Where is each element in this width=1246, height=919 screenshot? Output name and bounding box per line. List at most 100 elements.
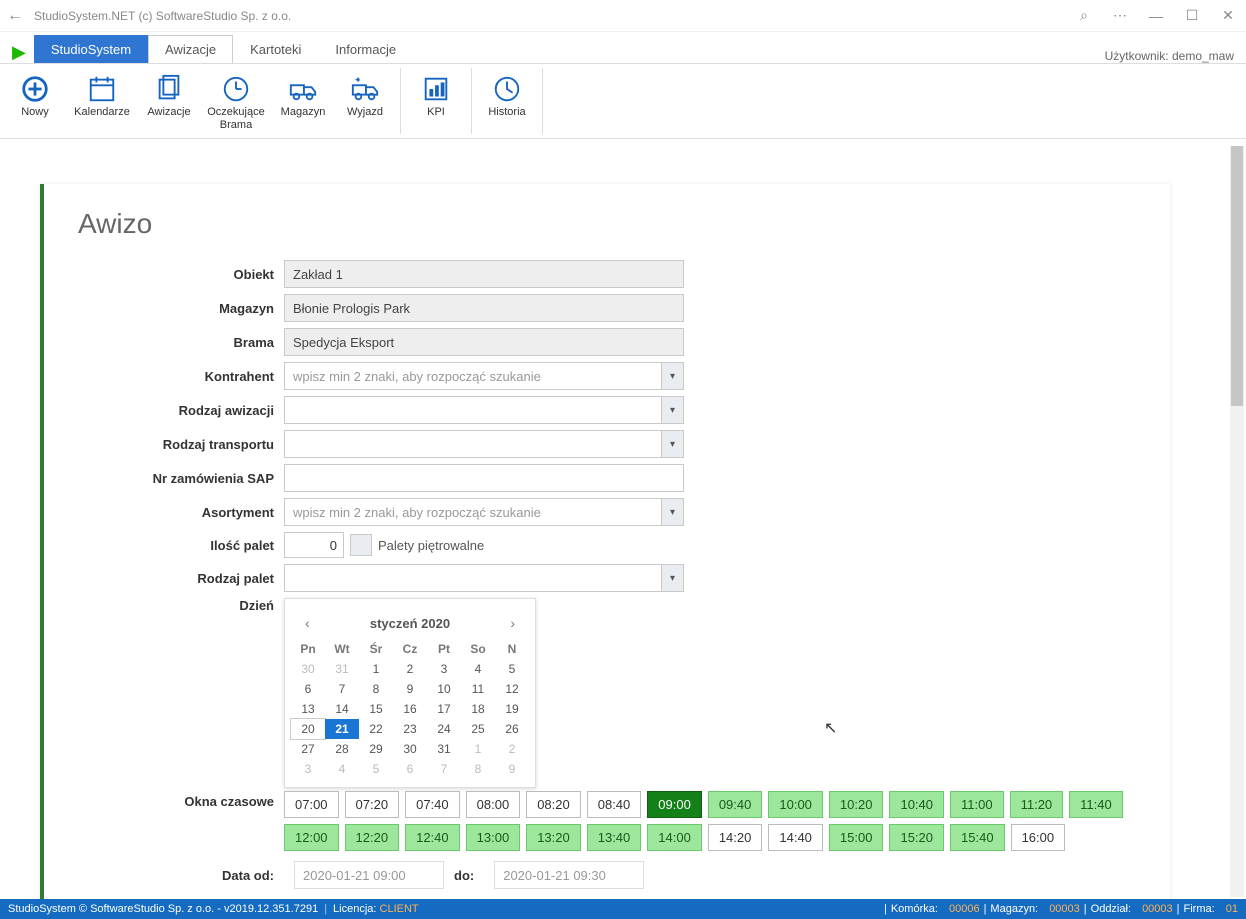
combo-rodzaj-transportu[interactable] — [284, 430, 684, 458]
calendar-day[interactable]: 27 — [291, 739, 325, 759]
calendar-day[interactable]: 30 — [291, 659, 325, 679]
time-slot[interactable]: 07:00 — [284, 791, 339, 818]
calendar-day[interactable]: 19 — [495, 699, 529, 719]
calendar-day[interactable]: 9 — [393, 679, 427, 699]
time-slot[interactable]: 11:40 — [1069, 791, 1123, 818]
search-icon[interactable]: ⌕ — [1066, 7, 1102, 24]
calendar-day[interactable]: 1 — [359, 659, 393, 679]
calendar-day[interactable]: 10 — [427, 679, 461, 699]
calendar-day[interactable]: 2 — [393, 659, 427, 679]
tab-awizacje[interactable]: Awizacje — [148, 35, 233, 63]
tab-informacje[interactable]: Informacje — [318, 35, 413, 63]
ribbon-oczekujace[interactable]: Oczekujące Brama — [200, 68, 272, 134]
ribbon-wyjazd[interactable]: Wyjazd — [334, 68, 396, 134]
calendar-day[interactable]: 12 — [495, 679, 529, 699]
calendar-day[interactable]: 17 — [427, 699, 461, 719]
calendar-day[interactable]: 13 — [291, 699, 325, 719]
maximize-icon[interactable]: ☐ — [1174, 7, 1210, 24]
time-slot[interactable]: 11:00 — [950, 791, 1004, 818]
ribbon-historia[interactable]: Historia — [476, 68, 538, 134]
calendar-day[interactable]: 1 — [461, 739, 495, 759]
time-slot[interactable]: 12:20 — [345, 824, 400, 851]
calendar-day[interactable]: 8 — [359, 679, 393, 699]
time-slot[interactable]: 09:40 — [708, 791, 763, 818]
calendar-day[interactable]: 9 — [495, 759, 529, 779]
calendar-day[interactable]: 23 — [393, 719, 427, 739]
combo-rodzaj-awizacji[interactable] — [284, 396, 684, 424]
time-slot[interactable]: 15:00 — [829, 824, 884, 851]
calendar-day[interactable]: 5 — [359, 759, 393, 779]
time-slot[interactable]: 07:20 — [345, 791, 400, 818]
field-data-do[interactable]: 2020-01-21 09:30 — [494, 861, 644, 889]
calendar-day[interactable]: 4 — [325, 759, 359, 779]
calendar-day[interactable]: 25 — [461, 719, 495, 739]
time-slot[interactable]: 14:00 — [647, 824, 702, 851]
calendar-day[interactable]: 4 — [461, 659, 495, 679]
checkbox-palety-pietrowalne[interactable] — [350, 534, 372, 556]
ribbon-nowy[interactable]: Nowy — [4, 68, 66, 134]
combo-asortyment[interactable]: wpisz min 2 znaki, aby rozpocząć szukani… — [284, 498, 684, 526]
time-slot[interactable]: 13:00 — [466, 824, 521, 851]
calendar-day[interactable]: 6 — [291, 679, 325, 699]
time-slot[interactable]: 15:40 — [950, 824, 1005, 851]
chevron-down-icon[interactable] — [661, 397, 683, 423]
calendar-day[interactable]: 31 — [427, 739, 461, 759]
time-slot[interactable]: 08:20 — [526, 791, 581, 818]
calendar-day[interactable]: 29 — [359, 739, 393, 759]
time-slot[interactable]: 09:00 — [647, 791, 702, 818]
time-slot[interactable]: 15:20 — [889, 824, 944, 851]
calendar-prev[interactable]: ‹ — [299, 613, 316, 633]
time-slot[interactable]: 13:20 — [526, 824, 581, 851]
calendar-day[interactable]: 11 — [461, 679, 495, 699]
calendar-day[interactable]: 22 — [359, 719, 393, 739]
calendar-day[interactable]: 7 — [325, 679, 359, 699]
time-slot[interactable]: 12:00 — [284, 824, 339, 851]
calendar-next[interactable]: › — [504, 613, 521, 633]
calendar-day[interactable]: 30 — [393, 739, 427, 759]
more-icon[interactable]: ⋯ — [1102, 7, 1138, 24]
scrollbar-thumb[interactable] — [1231, 146, 1243, 406]
input-nr-sap[interactable] — [284, 464, 684, 492]
time-slot[interactable]: 11:20 — [1010, 791, 1064, 818]
combo-rodzaj-palet[interactable] — [284, 564, 684, 592]
time-slot[interactable]: 08:40 — [587, 791, 642, 818]
ribbon-awizacje[interactable]: Awizacje — [138, 68, 200, 134]
ribbon-kpi[interactable]: KPI — [405, 68, 467, 134]
back-button[interactable]: ← — [0, 7, 30, 25]
time-slot[interactable]: 12:40 — [405, 824, 460, 851]
play-icon[interactable]: ▶ — [4, 42, 34, 63]
time-slot[interactable]: 10:20 — [829, 791, 884, 818]
calendar-day[interactable]: 28 — [325, 739, 359, 759]
time-slot[interactable]: 08:00 — [466, 791, 521, 818]
input-ilosc-palet[interactable]: 0 — [284, 532, 344, 558]
calendar-day[interactable]: 14 — [325, 699, 359, 719]
calendar-day[interactable]: 3 — [427, 659, 461, 679]
time-slot[interactable]: 10:40 — [889, 791, 944, 818]
calendar-day[interactable]: 2 — [495, 739, 529, 759]
calendar-day[interactable]: 31 — [325, 659, 359, 679]
time-slot[interactable]: 16:00 — [1011, 824, 1066, 851]
ribbon-kalendarze[interactable]: Kalendarze — [66, 68, 138, 134]
time-slot[interactable]: 07:40 — [405, 791, 460, 818]
calendar-day[interactable]: 7 — [427, 759, 461, 779]
calendar-day[interactable]: 15 — [359, 699, 393, 719]
time-slot[interactable]: 13:40 — [587, 824, 642, 851]
calendar-day[interactable]: 26 — [495, 719, 529, 739]
time-slot[interactable]: 10:00 — [768, 791, 823, 818]
calendar-day[interactable]: 21 — [325, 719, 359, 739]
calendar-day[interactable]: 20 — [291, 719, 325, 739]
time-slot[interactable]: 14:20 — [708, 824, 763, 851]
field-data-od[interactable]: 2020-01-21 09:00 — [294, 861, 444, 889]
calendar-day[interactable]: 6 — [393, 759, 427, 779]
ribbon-magazyn[interactable]: Magazyn — [272, 68, 334, 134]
scrollbar[interactable] — [1230, 146, 1244, 897]
calendar-day[interactable]: 18 — [461, 699, 495, 719]
chevron-down-icon[interactable] — [661, 363, 683, 389]
minimize-icon[interactable]: — — [1138, 8, 1174, 24]
close-icon[interactable]: ✕ — [1210, 7, 1246, 24]
chevron-down-icon[interactable] — [661, 499, 683, 525]
calendar-day[interactable]: 5 — [495, 659, 529, 679]
combo-kontrahent[interactable]: wpisz min 2 znaki, aby rozpocząć szukani… — [284, 362, 684, 390]
tab-kartoteki[interactable]: Kartoteki — [233, 35, 318, 63]
tab-studiosystem[interactable]: StudioSystem — [34, 35, 148, 63]
